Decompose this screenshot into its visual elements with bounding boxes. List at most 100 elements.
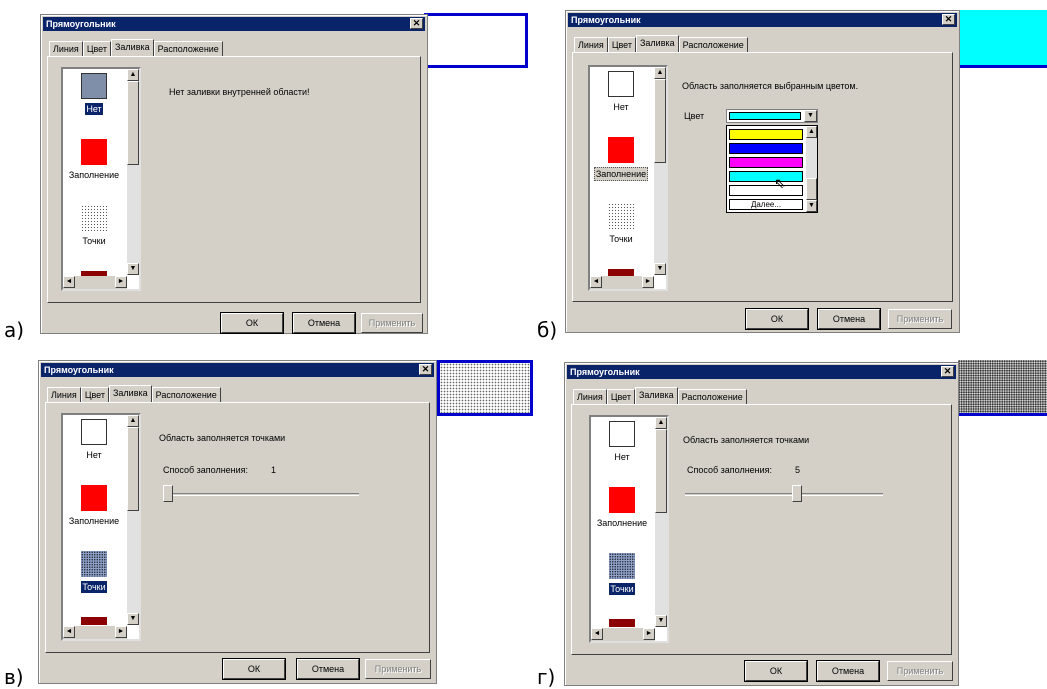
list-item-fill[interactable]: Заполнение: [591, 487, 653, 531]
fill-type-list[interactable]: Нет Заполнение Точки ▲ ▼ ◄ ►: [589, 415, 669, 643]
color-option-yellow[interactable]: [729, 129, 803, 140]
tab-color[interactable]: Цвет: [607, 37, 636, 52]
scroll-down-icon[interactable]: ▼: [806, 200, 817, 212]
tab-fill[interactable]: Заливка: [634, 387, 678, 404]
apply-button[interactable]: Применить: [888, 309, 952, 329]
scroll-left-icon[interactable]: ◄: [63, 276, 75, 288]
vertical-scrollbar[interactable]: ▲ ▼: [127, 69, 139, 275]
color-option-magenta[interactable]: [729, 157, 803, 168]
tab-fill[interactable]: Заливка: [108, 385, 152, 402]
more-colors-option[interactable]: Далее...: [729, 199, 803, 210]
list-item-next[interactable]: [63, 617, 125, 625]
cancel-button[interactable]: Отмена: [292, 312, 356, 334]
list-item-none[interactable]: Нет: [590, 71, 652, 115]
list-item-fill[interactable]: Заполнение: [63, 139, 125, 183]
tab-position[interactable]: Расположение: [678, 37, 748, 52]
color-option-cyan[interactable]: [729, 171, 803, 182]
title-bar: Прямоугольник ✕: [43, 17, 425, 31]
chevron-down-icon[interactable]: ▼: [804, 110, 817, 122]
solid-fill-icon: [609, 487, 635, 513]
fill-type-list[interactable]: Нет Заполнение Точки ▲ ▼ ◄ ►: [61, 413, 141, 641]
tab-line[interactable]: Линия: [574, 37, 608, 52]
scroll-up-icon[interactable]: ▲: [127, 69, 139, 81]
ok-button[interactable]: ОК: [220, 312, 284, 334]
scroll-right-icon[interactable]: ►: [642, 276, 654, 288]
apply-button[interactable]: Применить: [365, 659, 431, 679]
scroll-down-icon[interactable]: ▼: [127, 613, 139, 625]
scroll-thumb[interactable]: [806, 178, 817, 200]
scroll-up-icon[interactable]: ▲: [806, 126, 817, 138]
scroll-right-icon[interactable]: ►: [643, 628, 655, 640]
list-item-none[interactable]: Нет: [63, 419, 125, 463]
tab-color[interactable]: Цвет: [82, 41, 111, 56]
list-item-fill[interactable]: Заполнение: [590, 137, 652, 182]
vertical-scrollbar[interactable]: ▲ ▼: [127, 415, 139, 625]
scroll-thumb[interactable]: [127, 81, 139, 165]
list-item-dots[interactable]: Точки: [63, 205, 125, 249]
close-icon[interactable]: ✕: [410, 18, 423, 29]
close-icon[interactable]: ✕: [941, 366, 954, 377]
scroll-right-icon[interactable]: ►: [115, 276, 127, 288]
tab-fill[interactable]: Заливка: [110, 39, 154, 56]
slider-thumb[interactable]: [163, 485, 173, 502]
cancel-button[interactable]: Отмена: [816, 660, 880, 682]
vertical-scrollbar[interactable]: ▲ ▼: [655, 417, 667, 627]
tab-color[interactable]: Цвет: [80, 387, 109, 402]
list-item-dots[interactable]: Точки: [591, 553, 653, 597]
scroll-left-icon[interactable]: ◄: [63, 626, 75, 638]
fill-type-list[interactable]: Нет Заполнение Точки ▲ ▼ ◄ ►: [588, 65, 668, 291]
color-dropdown[interactable]: Далее... ▲ ▼: [726, 125, 818, 213]
scroll-down-icon[interactable]: ▼: [654, 263, 666, 275]
dialog-d: Прямоугольник ✕ Линия Цвет Заливка Распо…: [564, 362, 959, 686]
scroll-thumb[interactable]: [127, 427, 139, 511]
fill-method-slider[interactable]: [685, 493, 883, 496]
list-item-next[interactable]: [591, 619, 653, 627]
apply-button[interactable]: Применить: [361, 313, 423, 333]
list-item-none[interactable]: Нет: [63, 73, 125, 117]
tab-line[interactable]: Линия: [573, 389, 607, 404]
scroll-up-icon[interactable]: ▲: [127, 415, 139, 427]
list-item-none[interactable]: Нет: [591, 421, 653, 465]
ok-button[interactable]: ОК: [745, 308, 809, 330]
slider-thumb[interactable]: [792, 485, 803, 502]
scroll-thumb[interactable]: [655, 429, 667, 513]
fill-type-list[interactable]: Нет Заполнение Точки ▲ ▼ ◄ ►: [61, 67, 141, 291]
scroll-up-icon[interactable]: ▲: [654, 67, 666, 79]
apply-button[interactable]: Применить: [887, 661, 953, 681]
ok-button[interactable]: ОК: [222, 658, 286, 680]
horizontal-scrollbar[interactable]: ◄ ►: [63, 626, 127, 639]
list-item-label: Заполнение: [68, 516, 120, 526]
horizontal-scrollbar[interactable]: ◄ ►: [63, 276, 127, 289]
dropdown-scrollbar[interactable]: ▲ ▼: [806, 126, 817, 212]
fill-method-slider[interactable]: [163, 493, 359, 496]
scroll-down-icon[interactable]: ▼: [127, 263, 139, 275]
list-item-dots[interactable]: Точки: [63, 551, 125, 595]
color-option-white[interactable]: [729, 185, 803, 196]
scroll-thumb[interactable]: [654, 79, 666, 163]
tab-line[interactable]: Линия: [49, 41, 83, 56]
cancel-button[interactable]: Отмена: [296, 658, 360, 680]
panel-label-c: в): [4, 665, 24, 689]
tab-fill[interactable]: Заливка: [635, 35, 679, 52]
cancel-button[interactable]: Отмена: [817, 308, 881, 330]
list-item-dots[interactable]: Точки: [590, 203, 652, 247]
ok-button[interactable]: ОК: [744, 660, 808, 682]
color-select[interactable]: ▼: [726, 109, 818, 123]
color-option-blue[interactable]: [729, 143, 803, 154]
tab-color[interactable]: Цвет: [606, 389, 635, 404]
scroll-left-icon[interactable]: ◄: [590, 276, 602, 288]
tab-position[interactable]: Расположение: [677, 389, 747, 404]
tab-position[interactable]: Расположение: [153, 41, 223, 56]
horizontal-scrollbar[interactable]: ◄ ►: [590, 276, 654, 289]
tab-line[interactable]: Линия: [47, 387, 81, 402]
scroll-left-icon[interactable]: ◄: [591, 628, 603, 640]
tab-position[interactable]: Расположение: [151, 387, 221, 402]
horizontal-scrollbar[interactable]: ◄ ►: [591, 628, 655, 641]
scroll-down-icon[interactable]: ▼: [655, 615, 667, 627]
scroll-up-icon[interactable]: ▲: [655, 417, 667, 429]
close-icon[interactable]: ✕: [942, 14, 955, 25]
scroll-right-icon[interactable]: ►: [115, 626, 127, 638]
vertical-scrollbar[interactable]: ▲ ▼: [654, 67, 666, 275]
list-item-fill[interactable]: Заполнение: [63, 485, 125, 529]
close-icon[interactable]: ✕: [419, 364, 432, 375]
